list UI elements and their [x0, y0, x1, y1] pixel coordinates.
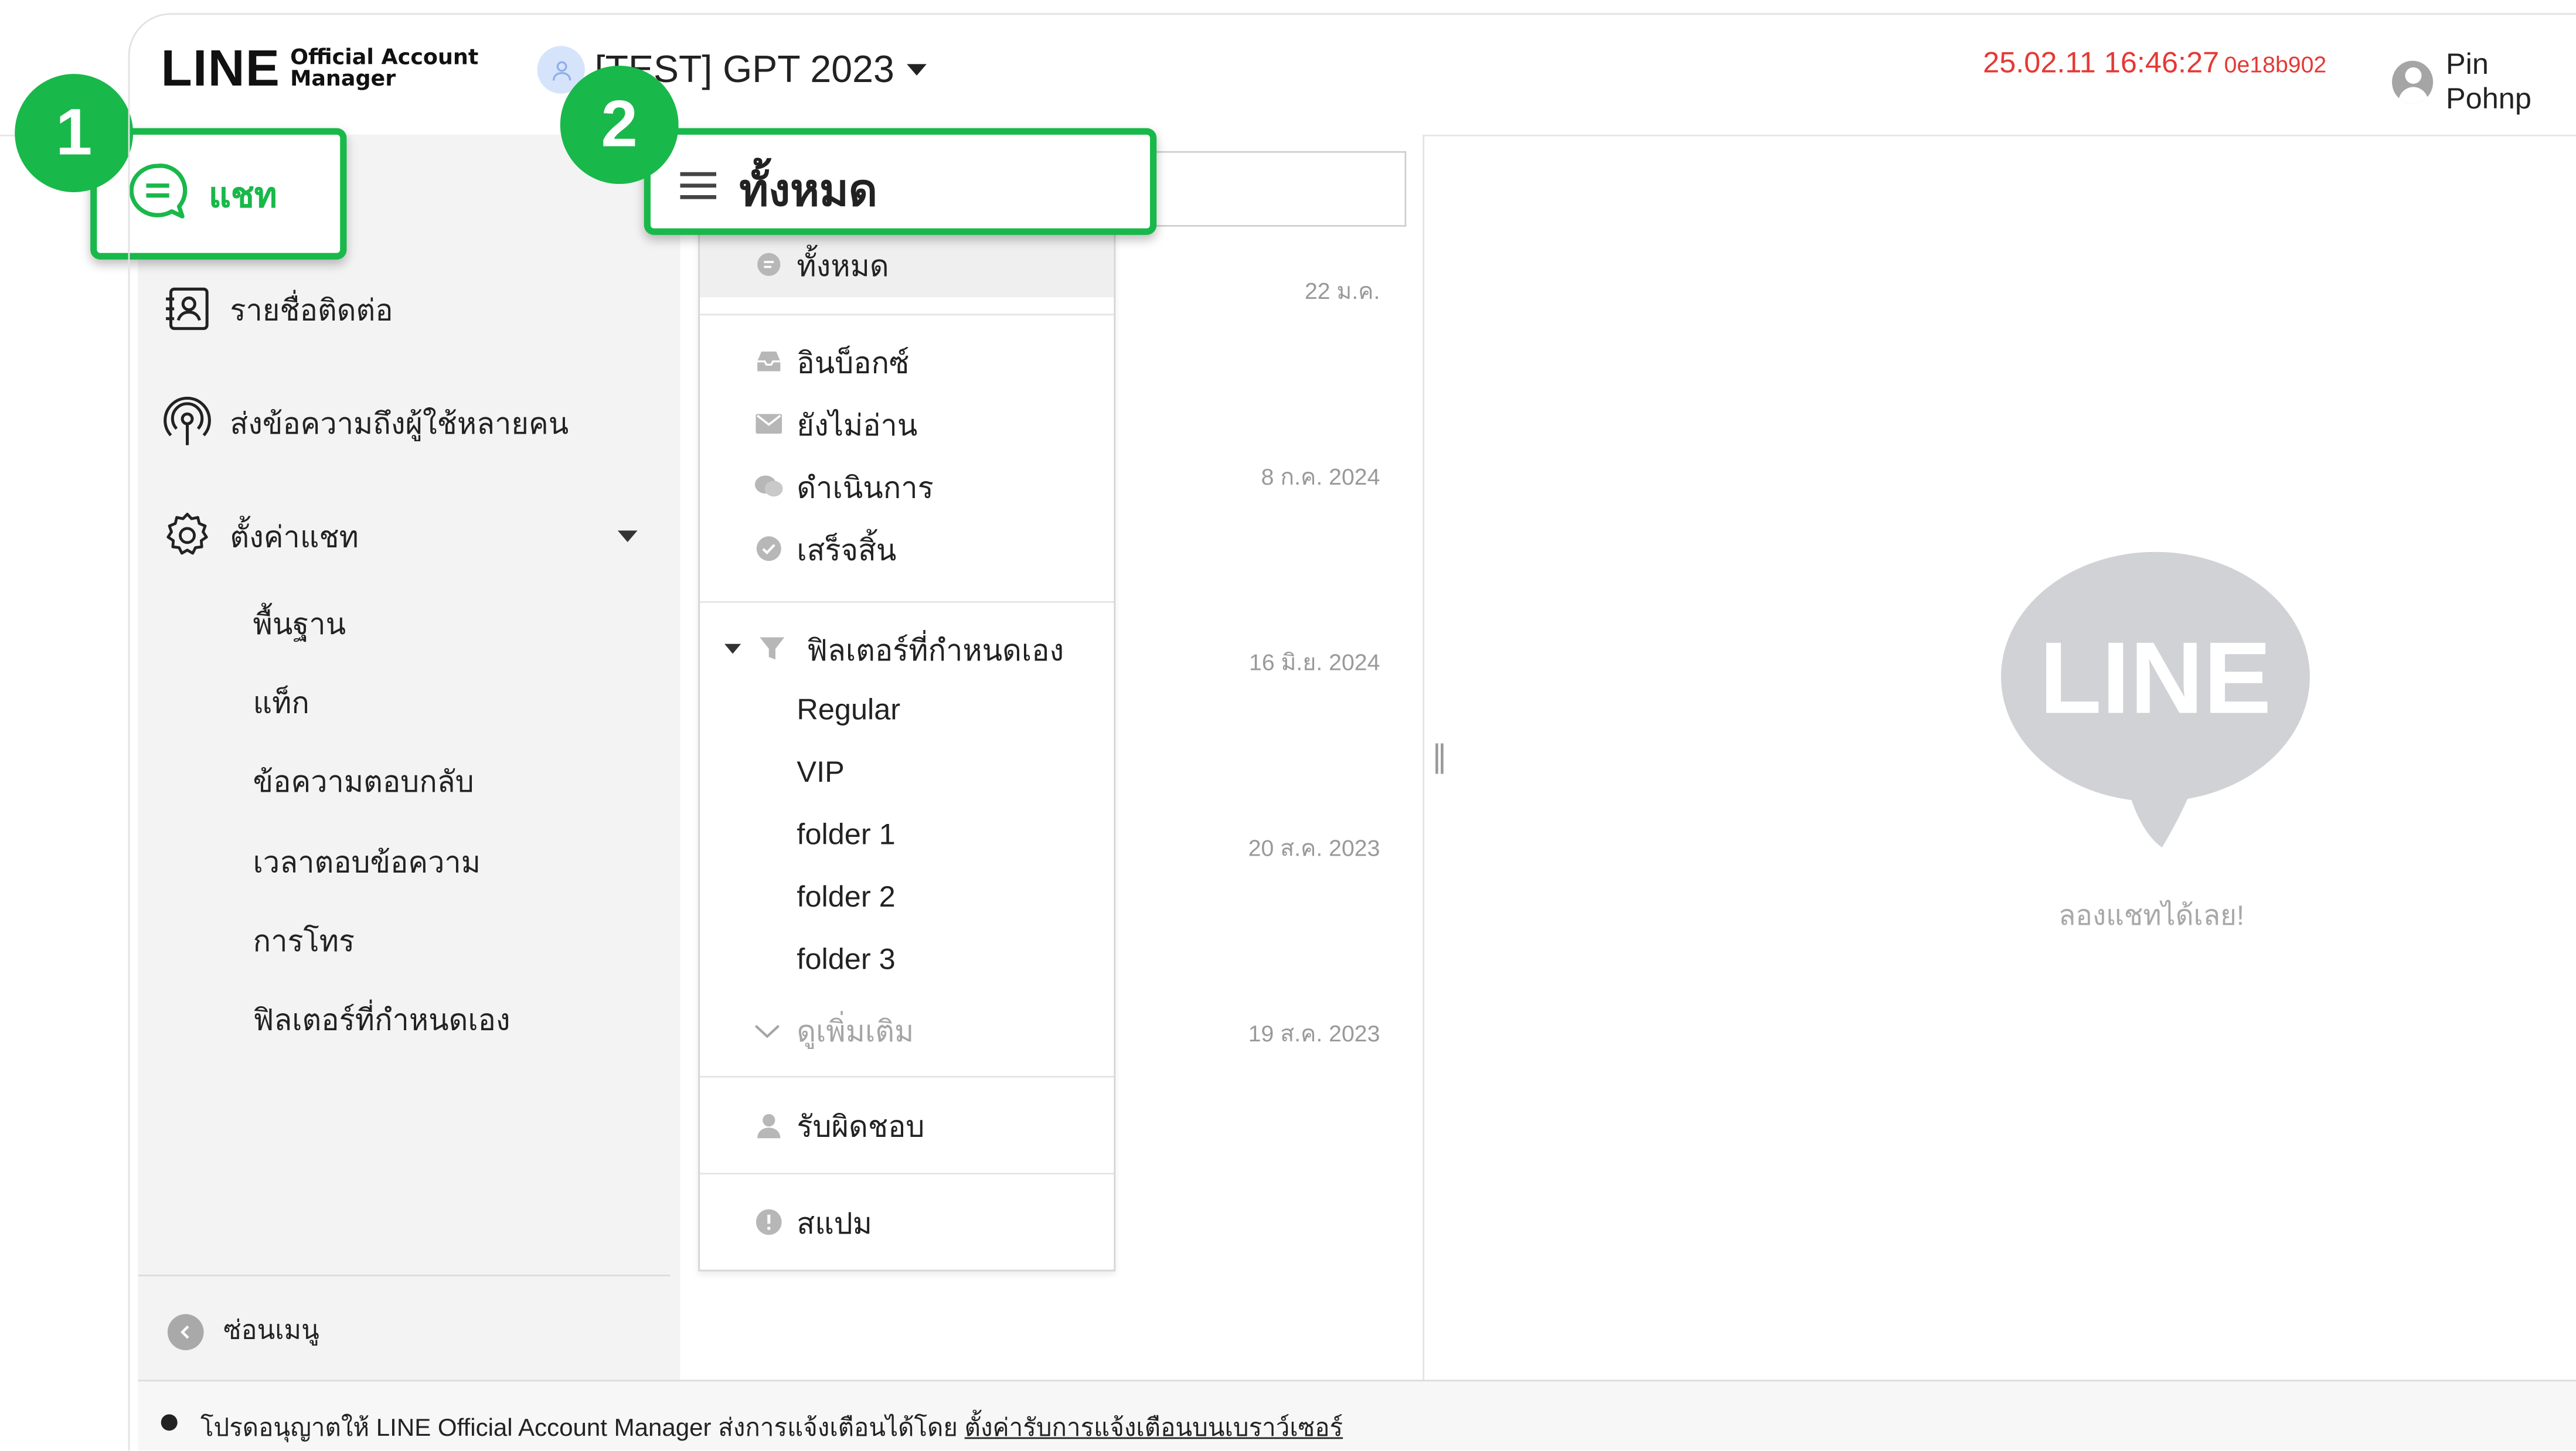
- user-avatar-icon: [2392, 60, 2433, 104]
- option-label: ทั้งหมด: [797, 248, 889, 282]
- custom-filter-regular[interactable]: Regular: [797, 693, 900, 728]
- custom-filter-folder-2[interactable]: folder 2: [797, 880, 895, 915]
- chevron-down-icon[interactable]: [617, 530, 638, 542]
- chat-date: 8 ก.ค. 2024: [1261, 463, 1380, 490]
- option-label: สแปม: [797, 1206, 873, 1239]
- session-id: 0e18b902: [2224, 50, 2327, 77]
- dropdown-separator: [700, 314, 1114, 316]
- chat-date: 16 มิ.ย. 2024: [1249, 649, 1380, 676]
- funnel-icon: [757, 634, 787, 663]
- chat-filter-dropdown[interactable]: ทั้งหมด: [644, 128, 1157, 235]
- chat-date: 22 ม.ค.: [1304, 277, 1380, 304]
- inbox-tray-icon: [754, 346, 784, 376]
- filter-option-all[interactable]: ทั้งหมด: [700, 231, 1114, 298]
- option-label: ฟิลเตอร์ที่กำหนดเอง: [807, 633, 1064, 666]
- step-badge-1: 1: [15, 74, 134, 192]
- person-icon: [754, 1111, 784, 1140]
- check-circle-icon: [754, 534, 784, 563]
- step-badge-2: 2: [560, 66, 679, 184]
- empty-state-message: ลองแชทได้เลย!: [2058, 900, 2245, 932]
- filter-selected-label: ทั้งหมด: [739, 166, 878, 216]
- notification-message: โปรดอนุญาตให้ LINE Official Account Mana…: [200, 1414, 958, 1442]
- dropdown-separator: [700, 1173, 1114, 1175]
- filter-option-in-progress[interactable]: ดำเนินการ: [700, 458, 1114, 514]
- panel-resize-handle[interactable]: ||: [1432, 739, 1447, 776]
- sidebar-item-label: รายชื่อติดต่อ: [230, 293, 393, 326]
- sidebar-subitem-custom-filters[interactable]: ฟิลเตอร์ที่กำหนดเอง: [253, 996, 511, 1043]
- sidebar-subitem-basic[interactable]: พื้นฐาน: [253, 600, 346, 647]
- filter-option-custom-filters[interactable]: ฟิลเตอร์ที่กำหนดเอง: [700, 619, 1114, 679]
- chevron-down-icon: [754, 1013, 781, 1048]
- sidebar-item-label: ตั้งค่าแชท: [230, 520, 359, 553]
- chat-date: 19 ส.ค. 2023: [1248, 1020, 1380, 1047]
- custom-filter-folder-1[interactable]: folder 1: [797, 818, 895, 853]
- sidebar-divider: [138, 1275, 671, 1276]
- sidebar-subitem-tags[interactable]: แท็ก: [253, 679, 309, 726]
- filter-option-inbox[interactable]: อินบ็อกซ์: [700, 333, 1114, 389]
- filter-option-spam[interactable]: สแปม: [700, 1193, 1114, 1252]
- conversation-icon: [754, 471, 784, 500]
- alert-icon: [754, 1207, 784, 1237]
- user-name: Pin Pohnp: [2445, 47, 2531, 115]
- contact-book-icon: [161, 282, 214, 335]
- sidebar-item-contacts[interactable]: รายชื่อติดต่อ: [161, 282, 393, 335]
- sidebar-item-label: ส่งข้อความถึงผู้ใช้หลายคน: [230, 406, 569, 440]
- timestamp-value: 25.02.11 16:46:27: [1983, 46, 2220, 79]
- filter-content: ทั้งหมด: [680, 154, 877, 225]
- logo-subtitle: Official Account Manager: [290, 47, 478, 90]
- filter-option-done[interactable]: เสร็จสิ้น: [700, 521, 1114, 577]
- filter-option-assigned[interactable]: รับผิดชอบ: [700, 1096, 1114, 1155]
- custom-filter-vip[interactable]: VIP: [797, 755, 844, 790]
- sidebar-subitem-response-hours[interactable]: เวลาตอบข้อความ: [253, 837, 481, 885]
- custom-filter-folder-3[interactable]: folder 3: [797, 943, 895, 977]
- line-oa-logo[interactable]: LINE Official Account Manager: [161, 39, 479, 97]
- dropdown-separator: [700, 601, 1114, 603]
- envelope-icon: [754, 409, 784, 438]
- see-more-label: ดูเพิ่มเติม: [797, 1015, 914, 1048]
- bell-icon: [161, 1414, 178, 1431]
- sidebar-subitem-calls[interactable]: การโทร: [253, 917, 355, 964]
- see-more-button[interactable]: ดูเพิ่มเติม: [754, 1007, 914, 1054]
- option-label: ดำเนินการ: [797, 471, 934, 504]
- chevron-left-icon: [167, 1313, 204, 1350]
- user-menu[interactable]: Pin Pohnp: [2392, 47, 2576, 117]
- option-label: ยังไม่อ่าน: [797, 408, 918, 441]
- dropdown-separator: [700, 1075, 1114, 1078]
- sidebar-item-broadcast[interactable]: ส่งข้อความถึงผู้ใช้หลายคน: [161, 396, 569, 449]
- chat-nav-label: แชท: [208, 177, 277, 216]
- sidebar-subitem-auto-replies[interactable]: ข้อความตอบกลับ: [253, 757, 474, 805]
- chat-date: 20 ส.ค. 2023: [1248, 834, 1380, 861]
- hide-menu-button[interactable]: ซ่อนเมนู: [167, 1311, 319, 1352]
- line-bubble-logo: LINE: [1997, 551, 2313, 859]
- logo-word: LINE: [161, 39, 281, 97]
- chevron-down-icon: [907, 64, 927, 76]
- session-timestamp: 25.02.11 16:46:27 0e18b902: [1983, 46, 2326, 80]
- notification-text: โปรดอนุญาตให้ LINE Official Account Mana…: [200, 1408, 1343, 1447]
- option-label: อินบ็อกซ์: [797, 346, 910, 379]
- top-header: LINE Official Account Manager [TEST] GPT…: [0, 0, 2576, 137]
- chat-bubble-icon: [127, 161, 189, 232]
- chat-nav-content: แชท: [127, 161, 277, 232]
- hamburger-menu-icon: [680, 169, 717, 210]
- gear-icon: [161, 509, 214, 562]
- caret-down-icon: [724, 643, 741, 654]
- option-label: รับผิดชอบ: [797, 1109, 925, 1143]
- logo-sub-line-2: Manager: [290, 67, 396, 92]
- sidebar-item-chat-settings[interactable]: ตั้งค่าแชท: [161, 509, 359, 562]
- notification-settings-link[interactable]: ตั้งค่ารับการแจ้งเตือนบนเบราว์เซอร์: [965, 1414, 1343, 1442]
- bubble-logo-text: LINE: [2040, 621, 2272, 734]
- filter-option-unread[interactable]: ยังไม่อ่าน: [700, 396, 1114, 452]
- hide-menu-label: ซ่อนเมนู: [223, 1317, 319, 1346]
- broadcast-icon: [161, 396, 214, 449]
- filter-dropdown-menu: ทั้งหมด อินบ็อกซ์ ยังไม่อ่าน ดำเนินการ เ…: [698, 230, 1116, 1272]
- left-sidebar: รายชื่อติดต่อ ส่งข้อความถึงผู้ใช้หลายคน …: [138, 134, 682, 1380]
- notification-bar: โปรดอนุญาตให้ LINE Official Account Mana…: [138, 1380, 2576, 1450]
- option-label: เสร็จสิ้น: [797, 533, 897, 566]
- chat-bubble-icon: [754, 250, 784, 279]
